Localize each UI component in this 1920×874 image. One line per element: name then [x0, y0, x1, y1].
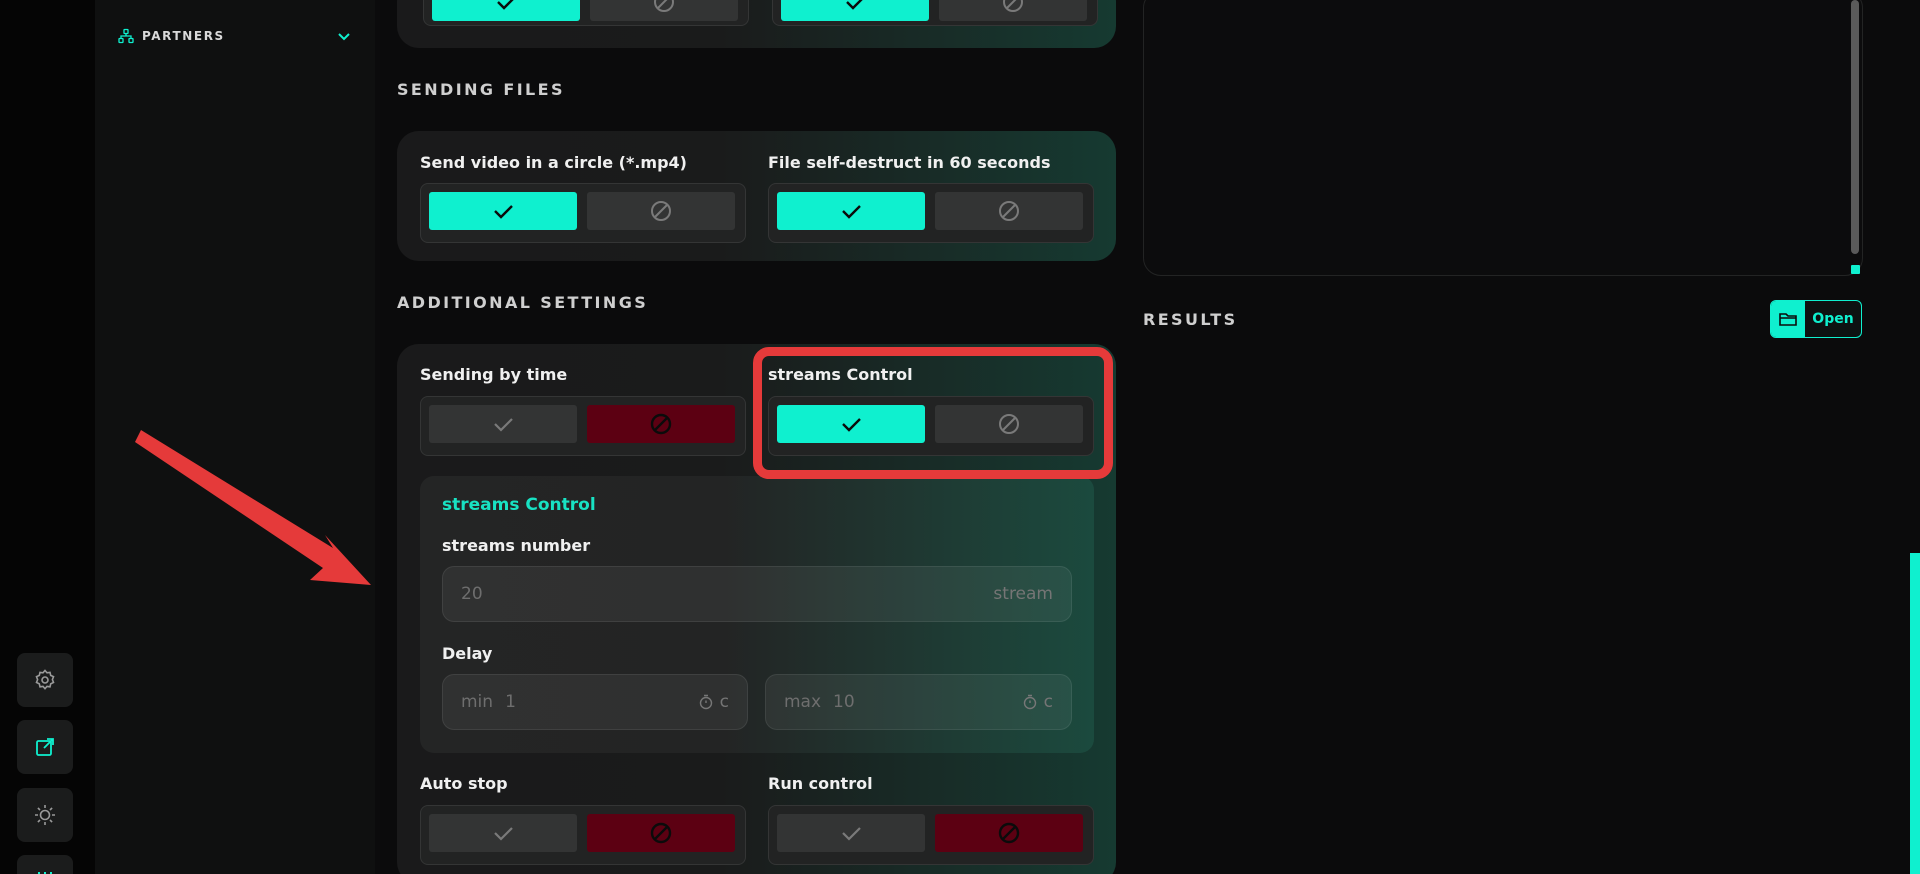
delay-max-input[interactable]: max 10 c [765, 674, 1072, 730]
toggle-file-self-destruct [768, 183, 1094, 243]
block-icon [999, 201, 1019, 221]
external-link-button[interactable] [17, 720, 73, 774]
check-icon [497, 0, 514, 10]
toggle-disable-button[interactable] [935, 192, 1083, 230]
check-icon [494, 205, 513, 219]
external-link-icon [36, 738, 54, 756]
toggle-disable-button[interactable] [939, 0, 1087, 21]
toggle-enable-button[interactable] [777, 814, 925, 852]
check-icon [494, 827, 513, 841]
open-results-button[interactable]: Open [1770, 300, 1862, 338]
section-title-additional-settings: ADDITIONAL SETTINGS [397, 293, 649, 312]
delay-unit: c [719, 692, 729, 712]
delay-max-unit: c [1022, 692, 1053, 712]
delay-min-unit: c [698, 692, 729, 712]
stats-button[interactable] [17, 855, 73, 874]
chevron-down-icon[interactable] [336, 28, 352, 44]
delay-min-prefix: min [461, 692, 494, 712]
delay-min-value: 1 [505, 692, 516, 712]
toggle-disable-button[interactable] [587, 405, 735, 443]
toggle-enable-button[interactable] [429, 192, 577, 230]
toggle-send-video-circle [420, 183, 746, 243]
block-icon [654, 0, 674, 12]
toggle-disable-button[interactable] [587, 814, 735, 852]
toggle-auto-stop [420, 805, 746, 865]
timer-icon [699, 694, 712, 710]
open-button-label: Open [1812, 311, 1854, 327]
toggle-disable-button[interactable] [590, 0, 738, 21]
annotation-arrow-icon [135, 430, 371, 585]
block-icon [1003, 0, 1023, 12]
toggle-enable-button[interactable] [781, 0, 929, 21]
timer-icon [1023, 694, 1036, 710]
theme-toggle-button[interactable] [17, 788, 73, 842]
option-label: Send video in a circle (*.mp4) [420, 153, 687, 172]
sidebar-item-label: PARTNERS [142, 29, 225, 43]
toggle-enable-button[interactable] [432, 0, 580, 21]
stats-icon [38, 872, 52, 874]
streams-number-input[interactable]: 20 stream [442, 566, 1072, 622]
toggle-enable-button[interactable] [777, 192, 925, 230]
partners-icon [118, 28, 134, 44]
toggle-enable-button[interactable] [429, 814, 577, 852]
sidebar-item-partners[interactable]: PARTNERS [118, 28, 225, 44]
results-title: RESULTS [1143, 310, 1238, 329]
page-scrollbar[interactable] [1910, 553, 1920, 874]
check-icon [842, 827, 861, 841]
toggle-enable-button[interactable] [429, 405, 577, 443]
toggle-run-control [768, 805, 1094, 865]
previous-settings-card [397, 0, 1116, 48]
toggle-disable-button[interactable] [587, 192, 735, 230]
section-title-sending-files: SENDING FILES [397, 80, 565, 99]
panel-title: streams Control [442, 495, 596, 515]
option-label: Run control [768, 774, 873, 793]
block-icon [650, 413, 672, 435]
delay-unit: c [1043, 692, 1053, 712]
highlight-box [753, 347, 1113, 479]
block-icon [651, 201, 671, 221]
streams-number-label: streams number [442, 536, 591, 555]
folder-icon [1779, 313, 1797, 326]
streams-number-value: 20 [461, 584, 483, 604]
check-icon [846, 0, 863, 10]
delay-max-prefix: max [784, 692, 822, 712]
delay-max-value: 10 [833, 692, 855, 712]
settings-button[interactable] [17, 653, 73, 707]
option-label: Auto stop [420, 774, 508, 793]
block-icon [998, 822, 1020, 844]
toggle-sending-by-time [420, 396, 746, 456]
delay-min-input[interactable]: min 1 c [442, 674, 748, 730]
resize-handle[interactable] [1851, 265, 1860, 274]
settings-icon [35, 669, 55, 690]
theme-icon [35, 805, 55, 825]
folder-icon-box [1771, 301, 1805, 337]
toggle-disable-button[interactable] [935, 814, 1083, 852]
streams-number-unit: stream [993, 584, 1053, 604]
log-scrollbar[interactable] [1851, 0, 1859, 254]
check-icon [842, 205, 861, 219]
block-icon [650, 822, 672, 844]
option-label: Sending by time [420, 365, 568, 384]
option-label: File self-destruct in 60 seconds [768, 153, 1051, 172]
check-icon [494, 418, 513, 432]
log-output-panel [1143, 0, 1863, 276]
delay-label: Delay [442, 644, 493, 663]
